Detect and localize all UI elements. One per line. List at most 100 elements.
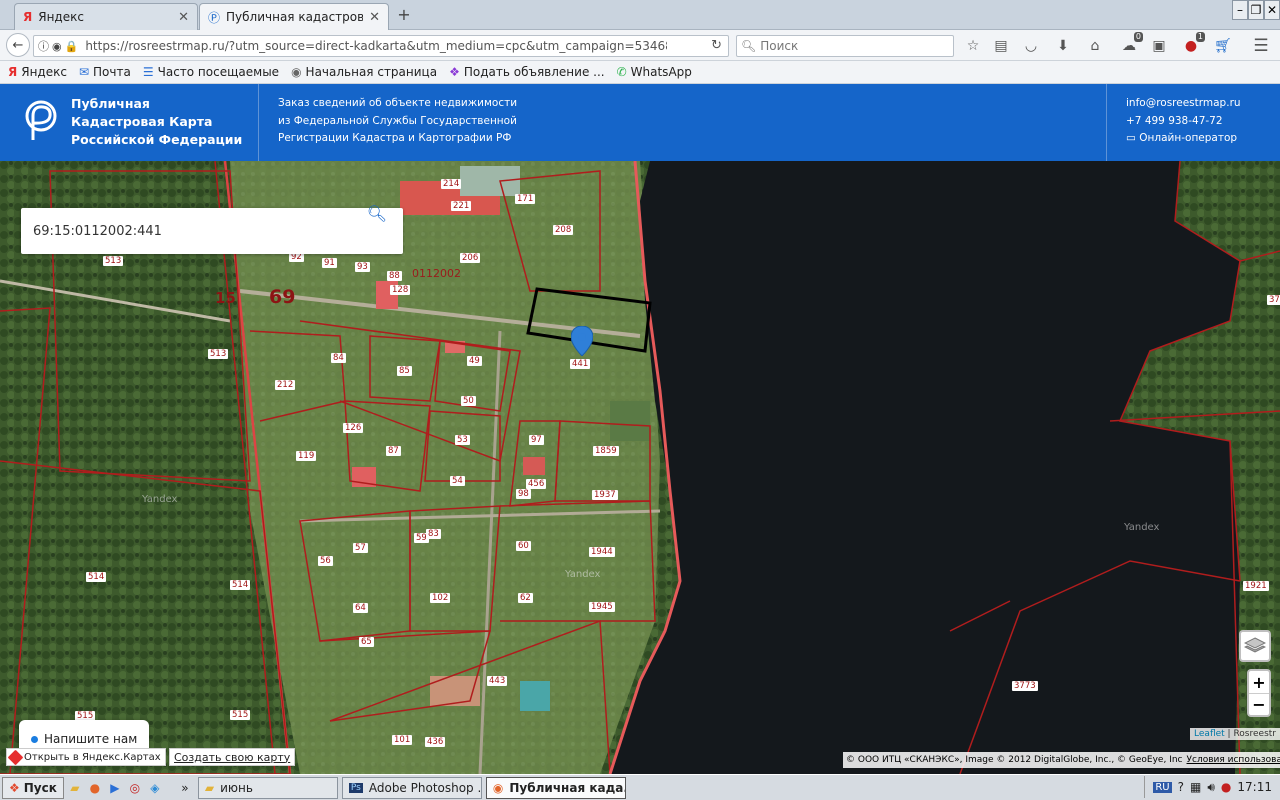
tray-help-icon[interactable]: ? xyxy=(1178,780,1184,794)
plot-label[interactable]: 85 xyxy=(397,366,412,376)
layers-button[interactable] xyxy=(1239,630,1271,662)
bookmark-post-ad[interactable]: ❖ Подать объявление ... xyxy=(449,65,605,79)
plot-label[interactable]: 206 xyxy=(460,253,481,263)
bookmark-whatsapp[interactable]: ✆ WhatsApp xyxy=(617,65,692,79)
plot-label[interactable]: 102 xyxy=(430,593,451,603)
plot-label[interactable]: 212 xyxy=(275,380,296,390)
plot-label-selected[interactable]: 441 xyxy=(570,359,591,369)
plot-label[interactable]: 56 xyxy=(318,556,333,566)
plot-label[interactable]: 3773 xyxy=(1012,681,1038,691)
plot-label[interactable]: 87 xyxy=(386,446,401,456)
tab-cadastral-map[interactable]: Ⓟ Публичная кадастровая... ✕ xyxy=(199,3,389,30)
cadastral-number-value[interactable]: 69:15:0112002:441 xyxy=(33,224,162,239)
back-button[interactable]: ← xyxy=(6,33,30,57)
bookmark-star-icon[interactable]: ☆ xyxy=(962,35,984,57)
plot-label[interactable]: 126 xyxy=(343,423,364,433)
plot-label[interactable]: 456 xyxy=(526,479,547,489)
plot-label[interactable]: 443 xyxy=(487,676,508,686)
online-operator-link[interactable]: ▭ Онлайн-оператор xyxy=(1126,130,1241,148)
phone-link[interactable]: +7 499 938-47-72 xyxy=(1126,113,1241,131)
plot-label[interactable]: 1944 xyxy=(589,547,615,557)
cadastral-search-input[interactable]: 69:15:0112002:441 🔍︎ xyxy=(21,204,403,254)
cadastral-map[interactable]: 15 69 0112002 214 221 171 208 513 92 91 … xyxy=(0,161,1280,774)
plot-label[interactable]: 1945 xyxy=(589,602,615,612)
firefox-icon[interactable]: ● xyxy=(86,779,104,797)
bookmark-yandex[interactable]: Я Яндекс xyxy=(8,65,67,79)
plot-label[interactable]: 514 xyxy=(230,580,251,590)
plot-label[interactable]: 1937 xyxy=(592,490,618,500)
search-input[interactable]: 🔍︎ Поиск xyxy=(736,35,954,57)
plot-label[interactable]: 83 xyxy=(426,529,441,539)
create-map-link[interactable]: Создать свою карту xyxy=(169,748,296,766)
browser-icon[interactable]: ◎ xyxy=(126,779,144,797)
antivirus-icon[interactable]: ● xyxy=(1221,780,1231,794)
leaflet-link[interactable]: Leaflet xyxy=(1194,729,1225,739)
task-photoshop[interactable]: Ps Adobe Photoshop ... xyxy=(341,776,482,799)
plot-label[interactable]: 37 xyxy=(1267,295,1280,305)
bookmark-most-visited[interactable]: ☰ Часто посещаемые xyxy=(143,65,279,79)
close-window-button[interactable]: ✕ xyxy=(1264,0,1280,20)
plot-label[interactable]: 128 xyxy=(390,285,411,295)
plot-label[interactable]: 119 xyxy=(296,451,317,461)
network-icon[interactable]: ▦ xyxy=(1190,780,1201,794)
close-tab-icon[interactable]: ✕ xyxy=(178,10,189,25)
plot-label[interactable]: 513 xyxy=(208,349,229,359)
plot-label[interactable]: 436 xyxy=(425,737,446,747)
address-bar[interactable]: ⓘ ◉ 🔒 https://rosreestrmap.ru/?utm_sourc… xyxy=(33,35,729,57)
plot-label[interactable]: 98 xyxy=(516,489,531,499)
clock[interactable]: 17:11 xyxy=(1237,780,1272,794)
url-text[interactable]: https://rosreestrmap.ru/?utm_source=dire… xyxy=(85,39,667,53)
zoom-out-button[interactable]: − xyxy=(1249,693,1269,715)
plot-label[interactable]: 65 xyxy=(359,637,374,647)
extension-icon[interactable]: ☁ 0 xyxy=(1118,32,1143,57)
plot-label[interactable]: 93 xyxy=(355,262,370,272)
plot-label[interactable]: 62 xyxy=(518,593,533,603)
pocket-icon[interactable]: ◡ xyxy=(1020,35,1042,57)
volume-icon[interactable]: 🔊︎ xyxy=(1207,780,1215,795)
plot-label[interactable]: 171 xyxy=(515,194,536,204)
plot-label[interactable]: 84 xyxy=(331,353,346,363)
plot-label[interactable]: 60 xyxy=(516,541,531,551)
plot-label[interactable]: 97 xyxy=(529,435,544,445)
plot-label[interactable]: 49 xyxy=(467,356,482,366)
terms-link[interactable]: Условия использования xyxy=(1187,755,1280,765)
close-tab-icon[interactable]: ✕ xyxy=(369,10,380,25)
tab-yandex[interactable]: Я Яндекс ✕ xyxy=(14,3,198,30)
start-button[interactable]: ❖ Пуск xyxy=(2,776,64,799)
zoom-in-button[interactable]: + xyxy=(1249,671,1269,693)
location-pin-icon[interactable] xyxy=(571,326,593,356)
reading-list-icon[interactable]: ▤ xyxy=(990,35,1012,57)
plot-label[interactable]: 88 xyxy=(387,271,402,281)
plot-label[interactable]: 214 xyxy=(441,179,462,189)
task-folder-june[interactable]: ▰ июнь xyxy=(197,776,338,799)
plot-label[interactable]: 91 xyxy=(322,258,337,268)
language-indicator[interactable]: RU xyxy=(1153,781,1172,793)
open-yandex-maps-button[interactable]: Открыть в Яндекс.Картах xyxy=(6,748,166,766)
restore-button[interactable]: ❐ xyxy=(1248,0,1264,20)
hamburger-menu-icon[interactable]: ☰ xyxy=(1250,35,1272,57)
search-icon[interactable]: 🔍︎ xyxy=(367,204,387,223)
adblock-icon[interactable]: ● 1 xyxy=(1180,32,1205,57)
tracking-shield-icon[interactable]: ◉ xyxy=(52,40,62,53)
more-chevron-icon[interactable]: » xyxy=(176,779,194,797)
plot-label[interactable]: 514 xyxy=(86,572,107,582)
reload-icon[interactable]: ↻ xyxy=(711,38,722,53)
app-icon[interactable]: ◈ xyxy=(146,779,164,797)
email-link[interactable]: info@rosreestrmap.ru xyxy=(1126,95,1241,113)
plot-label[interactable]: 513 xyxy=(103,256,124,266)
folder-icon[interactable]: ▰ xyxy=(66,779,84,797)
plot-label[interactable]: 50 xyxy=(461,396,476,406)
plot-label[interactable]: 57 xyxy=(353,543,368,553)
download-icon[interactable]: ⬇ xyxy=(1052,35,1074,57)
plot-label[interactable]: 64 xyxy=(353,603,368,613)
bookmark-mail[interactable]: ✉ Почта xyxy=(79,65,131,79)
task-firefox-cadastral[interactable]: ◉ Публичная када... xyxy=(485,776,626,799)
cart-icon[interactable]: 🛒︎ xyxy=(1212,35,1234,57)
plot-label[interactable]: 208 xyxy=(553,225,574,235)
plot-label[interactable]: 221 xyxy=(451,201,472,211)
media-icon[interactable]: ▶ xyxy=(106,779,124,797)
plot-label[interactable]: 53 xyxy=(455,435,470,445)
plot-label[interactable]: 1921 xyxy=(1243,581,1269,591)
screenshot-icon[interactable]: ▣ xyxy=(1148,35,1170,57)
site-logo-text[interactable]: Публичная Кадастровая Карта Российской Ф… xyxy=(71,95,242,149)
